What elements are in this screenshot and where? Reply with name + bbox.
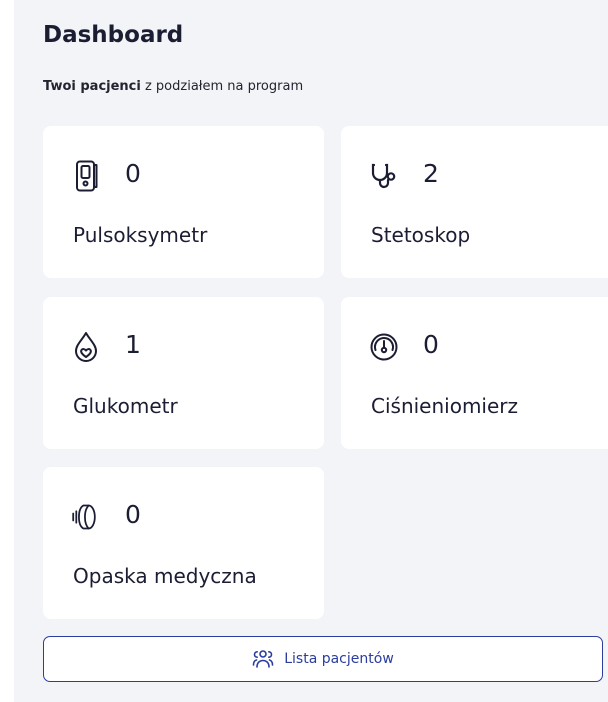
program-card-cisnieniomierz[interactable]: 0 Ciśnieniomierz <box>341 297 608 449</box>
program-count: 0 <box>423 330 439 359</box>
page-subtitle: Twoi pacjenci z podziałem na program <box>43 79 303 94</box>
program-count: 2 <box>423 159 439 188</box>
program-card-pulsoksymetr[interactable]: 0 Pulsoksymetr <box>43 126 324 278</box>
program-label: Pulsoksymetr <box>73 223 208 247</box>
patients-list-button-label: Lista pacjentów <box>284 651 394 667</box>
medical-band-icon <box>71 500 101 534</box>
program-label: Opaska medyczna <box>73 564 257 588</box>
gauge-icon <box>369 330 399 364</box>
program-card-opaska-medyczna[interactable]: 0 Opaska medyczna <box>43 467 324 619</box>
blood-drop-icon <box>71 330 101 364</box>
patients-list-button[interactable]: Lista pacjentów <box>43 636 603 682</box>
program-count: 1 <box>125 330 141 359</box>
program-card-glukometr[interactable]: 1 Glukometr <box>43 297 324 449</box>
subtitle-rest: z podziałem na program <box>140 79 304 94</box>
users-icon <box>252 648 274 670</box>
program-count: 0 <box>125 159 141 188</box>
program-count: 0 <box>125 500 141 529</box>
program-label: Ciśnieniomierz <box>371 394 519 418</box>
program-label: Stetoskop <box>371 223 471 247</box>
stethoscope-icon <box>369 159 399 193</box>
page-title: Dashboard <box>43 22 184 48</box>
program-card-stetoskop[interactable]: 2 Stetoskop <box>341 126 608 278</box>
program-label: Glukometr <box>73 394 178 418</box>
pulse-oximeter-icon <box>71 159 101 193</box>
subtitle-strong: Twoi pacjenci <box>43 79 141 94</box>
